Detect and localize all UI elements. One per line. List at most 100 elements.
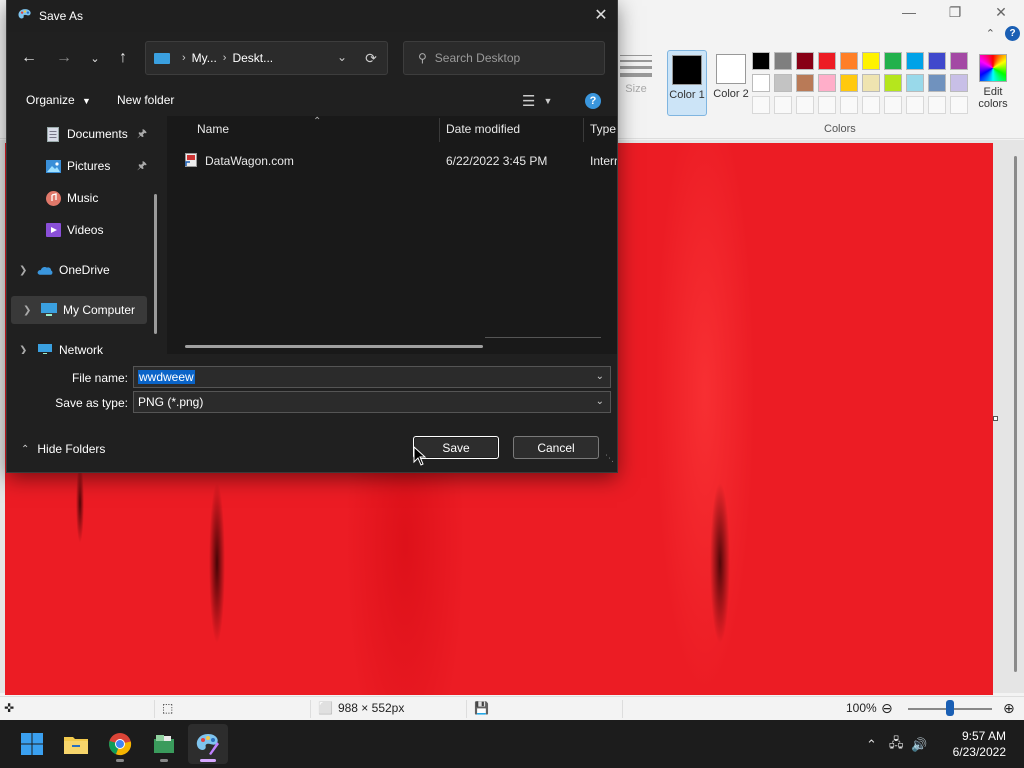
palette-swatch[interactable] [774,74,792,92]
palette-swatch[interactable] [752,52,770,70]
hide-folders-button[interactable]: ⌃ Hide Folders [21,442,105,456]
dropdown-caret-icon: ▼ [82,96,91,106]
nav-item-music[interactable]: Music [7,184,157,212]
close-icon[interactable]: ✕ [978,0,1024,24]
palette-swatch[interactable] [774,96,792,114]
network-status-icon[interactable]: 🖧 [889,734,904,756]
palette-swatch[interactable] [862,96,880,114]
cancel-button[interactable]: Cancel [513,436,599,459]
size-tool[interactable]: Size [618,52,654,112]
palette-swatch[interactable] [950,96,968,114]
zoom-in-icon[interactable]: ⊕ [1003,700,1015,717]
change-view-button[interactable]: ☰ ▼ [522,92,552,110]
minimize-icon[interactable]: — [886,0,932,24]
palette-swatch[interactable] [950,74,968,92]
palette-swatch[interactable] [774,52,792,70]
chevron-down-icon[interactable]: ⌄ [596,371,604,382]
nav-item-my-computer[interactable]: ❯ My Computer [11,296,147,324]
organize-button[interactable]: Organize ▼ [26,93,91,107]
palette-swatch[interactable] [818,52,836,70]
volume-icon[interactable]: 🔊 [911,737,927,753]
palette-swatch[interactable] [928,96,946,114]
breadcrumb-desktop[interactable]: Deskt... [232,51,273,65]
restore-icon[interactable]: ❐ [932,0,978,24]
file-name-combobox[interactable]: wwdweew ⌄ [133,366,611,388]
palette-swatch[interactable] [752,96,770,114]
horizontal-scrollbar[interactable] [185,345,483,348]
nav-item-onedrive[interactable]: ❯ OneDrive [7,256,157,284]
palette-swatch[interactable] [840,74,858,92]
forward-arrow-icon[interactable]: → [52,46,76,70]
palette-swatch[interactable] [818,96,836,114]
palette-swatch[interactable] [840,52,858,70]
palette-swatch[interactable] [796,74,814,92]
palette-swatch[interactable] [884,96,902,114]
palette-swatch[interactable] [884,52,902,70]
zoom-out-icon[interactable]: ⊖ [881,700,893,717]
column-divider[interactable] [439,118,440,142]
help-icon[interactable]: ? [1005,26,1020,41]
column-header-type[interactable]: Type [590,116,616,142]
vertical-scrollbar[interactable] [1014,156,1017,672]
chevron-down-icon[interactable]: ⌄ [596,396,604,407]
save-as-type-select[interactable]: PNG (*.png) ⌄ [133,391,611,413]
canvas-resize-handle[interactable] [993,416,998,421]
edit-colors-button[interactable]: Edit colors [976,54,1010,110]
file-name-input[interactable]: wwdweew [138,370,195,384]
palette-swatch[interactable] [840,96,858,114]
nav-item-videos[interactable]: Videos [7,216,157,244]
palette-swatch[interactable] [906,52,924,70]
resize-grip-icon[interactable]: ⋱ [605,453,614,464]
color2-slot[interactable]: Color 2 [711,50,751,116]
palette-swatch[interactable] [796,52,814,70]
back-arrow-icon[interactable]: ← [17,46,41,70]
column-header-date-modified[interactable]: Date modified [446,116,520,142]
show-hidden-icons-icon[interactable]: ⌃ [866,737,877,753]
status-bar: ✜ ⬚ ⬜ 988 × 552px 💾 100% ⊖ ⊕ [0,696,1024,720]
palette-swatch[interactable] [884,74,902,92]
file-explorer-icon[interactable] [56,724,96,764]
file-row[interactable]: DataWagon.com 6/22/2022 3:45 PM Interr [167,148,617,174]
column-divider[interactable] [583,118,584,142]
palette-swatch[interactable] [752,74,770,92]
chrome-icon[interactable] [100,724,140,764]
zoom-slider-thumb[interactable] [946,700,954,716]
palette-swatch[interactable] [862,74,880,92]
palette-swatch[interactable] [928,74,946,92]
help-icon[interactable]: ? [585,93,601,109]
up-arrow-icon[interactable]: ↑ [111,46,135,70]
palette-swatch[interactable] [906,96,924,114]
nav-item-documents[interactable]: Documents 🖈 [7,120,157,148]
running-indicator [116,759,124,762]
expand-chevron-icon[interactable]: ❯ [19,265,27,276]
palette-swatch[interactable] [862,52,880,70]
dialog-titlebar[interactable]: Save As ✕ [7,0,617,32]
expand-chevron-icon[interactable]: ❯ [23,305,31,316]
palette-swatch[interactable] [928,52,946,70]
palette-swatch[interactable] [796,96,814,114]
refresh-icon[interactable]: ⟳ [361,48,381,68]
nav-item-pictures[interactable]: Pictures 🖈 [7,152,157,180]
column-header-name[interactable]: Name [197,116,229,142]
breadcrumb-my-computer[interactable]: My... [192,51,217,65]
nav-item-network[interactable]: ❯ Network [7,336,157,354]
address-dropdown-icon[interactable]: ⌄ [337,50,347,64]
collapse-ribbon-icon[interactable]: ⌃ [986,27,995,40]
close-icon[interactable]: ✕ [585,0,617,30]
palette-swatch[interactable] [950,52,968,70]
search-box[interactable]: ⚲ [403,41,605,75]
paint-icon[interactable] [188,724,228,764]
color1-slot[interactable]: Color 1 [667,50,707,116]
file-app-icon[interactable] [144,724,184,764]
taskbar-clock[interactable]: 9:57 AM 6/23/2022 [953,728,1006,760]
expand-chevron-icon[interactable]: ❯ [19,345,27,355]
palette-swatch[interactable] [818,74,836,92]
palette-swatch[interactable] [906,74,924,92]
nav-pane-scrollbar[interactable] [154,194,157,334]
address-bar[interactable]: › My... › Deskt... ⌄ ⟳ [145,41,388,75]
computer-icon [41,302,57,318]
search-input[interactable] [434,51,595,65]
recent-locations-chevron-icon[interactable]: ⌄ [83,46,107,70]
new-folder-button[interactable]: New folder [117,93,174,107]
start-icon[interactable] [12,724,52,764]
